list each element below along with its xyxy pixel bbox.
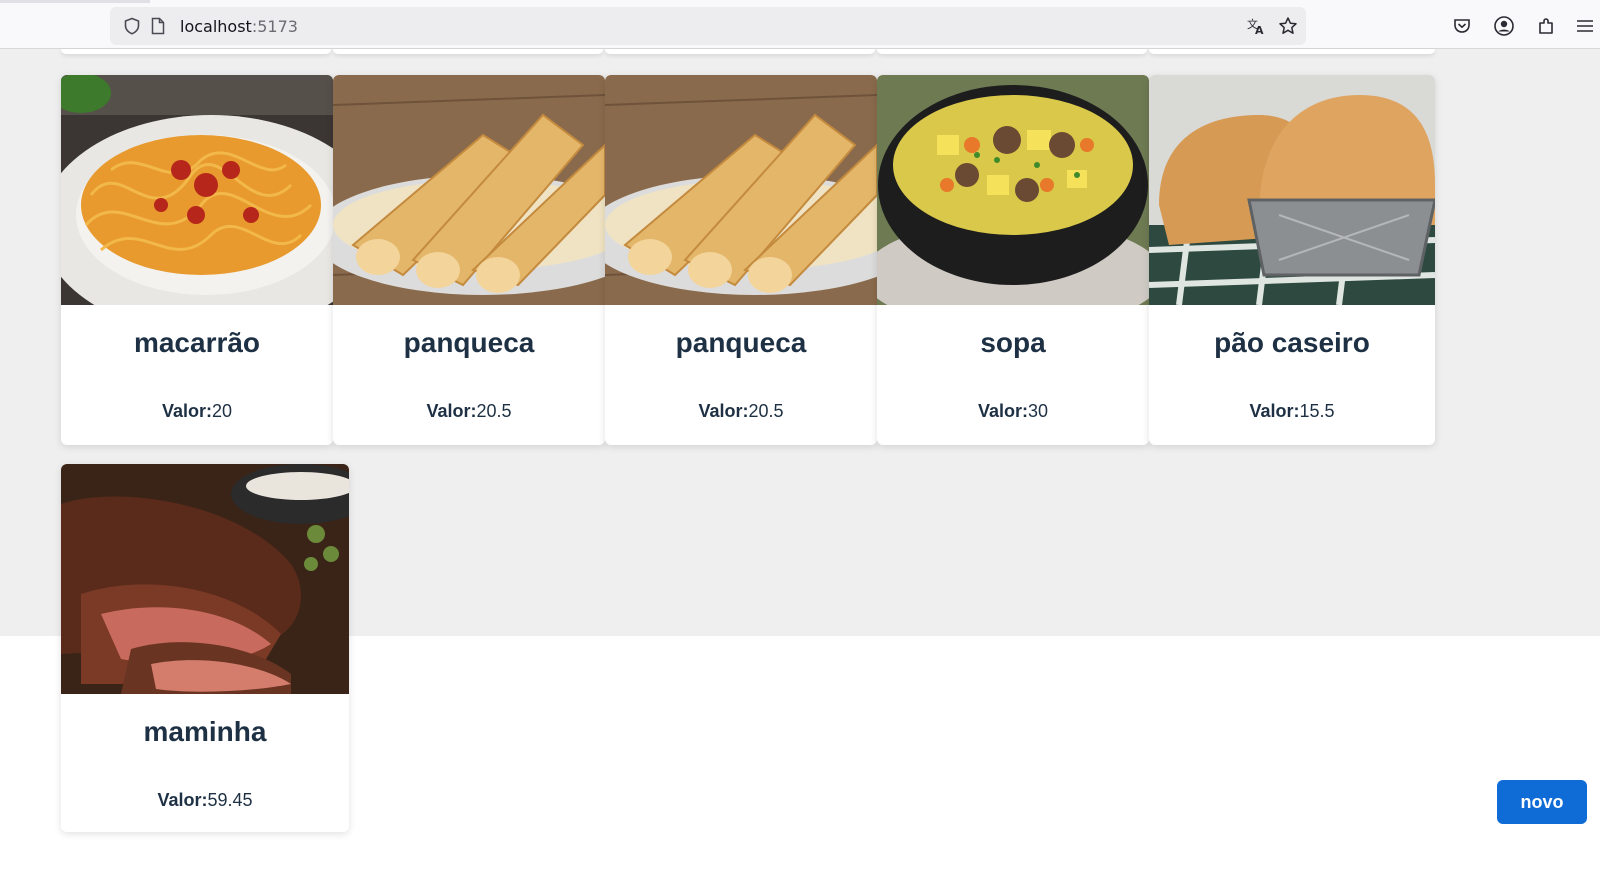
product-price: Valor:20.5	[333, 401, 605, 422]
product-title: panqueca	[675, 327, 807, 358]
previous-row-edges	[61, 49, 1435, 54]
product-title: sopa	[980, 327, 1046, 358]
url-host: localhost	[180, 17, 252, 36]
product-price: Valor:20.5	[605, 401, 877, 422]
menu-icon[interactable]	[1574, 15, 1596, 37]
price-value: 20.5	[748, 401, 784, 421]
price-label: Valor:	[698, 401, 749, 421]
bookmark-star-icon[interactable]	[1278, 16, 1298, 36]
product-price: Valor:15.5	[1149, 401, 1435, 422]
shield-icon[interactable]	[122, 16, 142, 36]
address-bar[interactable]: localhost:5173 文A	[110, 7, 1306, 45]
price-label: Valor:	[426, 401, 477, 421]
price-label: Valor:	[161, 401, 212, 421]
price-label: Valor:	[157, 790, 208, 810]
product-card[interactable]: pão caseiro Valor:15.5	[1149, 75, 1435, 445]
product-title: pão caseiro	[1214, 327, 1370, 358]
product-price: Valor:20	[61, 401, 333, 422]
price-value: 30	[1028, 401, 1049, 421]
price-label: Valor:	[977, 401, 1028, 421]
card-edge	[605, 49, 875, 54]
tab-strip	[0, 0, 150, 3]
price-value: 20	[212, 401, 233, 421]
product-image	[61, 464, 349, 694]
product-image	[605, 75, 877, 305]
product-card[interactable]: maminha Valor:59.45	[61, 464, 349, 832]
pocket-icon[interactable]	[1451, 15, 1473, 37]
product-image	[1149, 75, 1435, 305]
new-item-button[interactable]: novo	[1497, 780, 1587, 824]
product-title: macarrão	[133, 327, 261, 358]
svg-text:A: A	[1255, 24, 1264, 36]
account-icon[interactable]	[1493, 15, 1515, 37]
product-card[interactable]: panqueca Valor:20.5	[333, 75, 605, 445]
product-title: maminha	[143, 716, 267, 747]
page-icon	[148, 16, 168, 36]
product-price: Valor:30	[877, 401, 1149, 422]
product-card[interactable]: macarrão Valor:20	[61, 75, 333, 445]
price-value: 20.5	[476, 401, 512, 421]
card-edge	[877, 49, 1147, 54]
url-text[interactable]: localhost:5173	[180, 17, 298, 36]
price-value: 59.45	[207, 790, 253, 810]
page-content: macarrão Valor:20 panqueca Valor:20.5 pa…	[0, 49, 1600, 880]
extensions-icon[interactable]	[1535, 15, 1557, 37]
product-image	[877, 75, 1149, 305]
product-price: Valor:59.45	[61, 790, 349, 811]
price-value: 15.5	[1299, 401, 1335, 421]
product-image	[333, 75, 605, 305]
card-edge	[333, 49, 603, 54]
price-label: Valor:	[1249, 401, 1300, 421]
url-port: :5173	[251, 17, 298, 36]
translate-icon[interactable]: 文A	[1246, 16, 1266, 36]
card-edge	[61, 49, 331, 54]
product-card[interactable]: panqueca Valor:20.5	[605, 75, 877, 445]
browser-toolbar: localhost:5173 文A	[0, 0, 1600, 49]
product-title: panqueca	[403, 327, 535, 358]
product-card[interactable]: sopa Valor:30	[877, 75, 1149, 445]
card-edge	[1149, 49, 1435, 54]
product-image	[61, 75, 333, 305]
